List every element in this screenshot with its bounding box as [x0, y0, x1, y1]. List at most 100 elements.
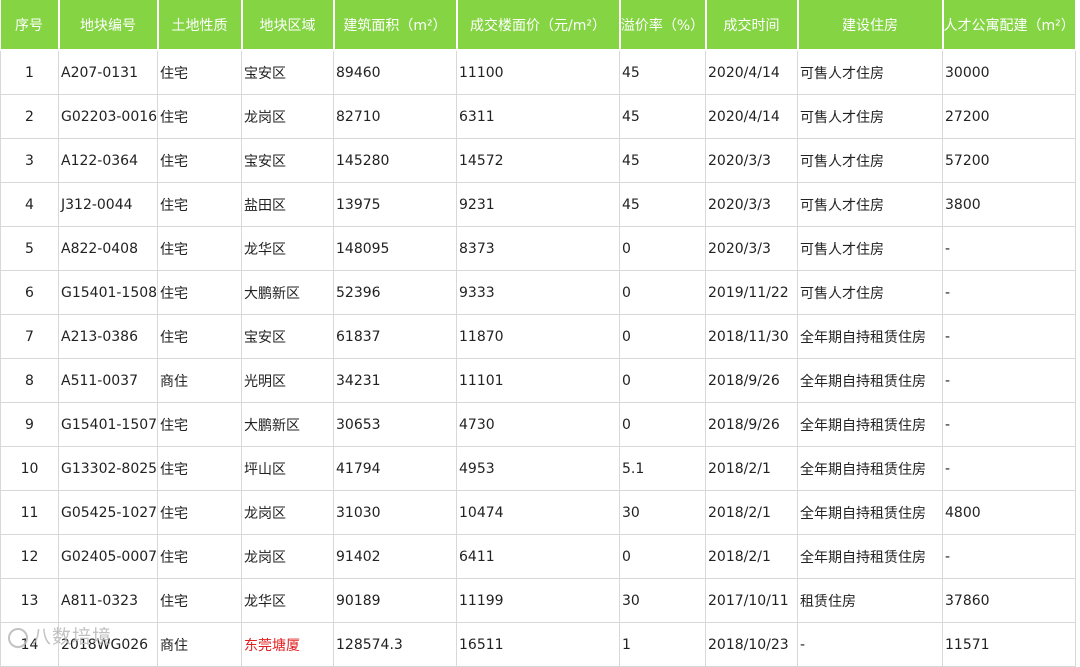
table-cell: 11101 — [456, 358, 620, 403]
table-container: 序号 地块编号 土地性质 地块区域 建筑面积（m²） 成交楼面价（元/m²） 溢价率（%）成… — [0, 0, 1080, 667]
table-cell: 6311 — [456, 94, 620, 139]
column-header: 建设住房 — [797, 0, 944, 51]
table-cell: 全年期自持租赁住房 — [797, 490, 943, 535]
row-index-cell: 7 — [0, 314, 59, 359]
table-cell: 住宅 — [157, 314, 242, 359]
table-cell: 龙岗区 — [241, 534, 334, 579]
table-cell: 全年期自持租赁住房 — [797, 402, 943, 447]
table-cell: 住宅 — [157, 402, 242, 447]
table-cell: 4730 — [456, 402, 620, 447]
table-cell: - — [942, 226, 1076, 271]
table-cell: - — [942, 402, 1076, 447]
table-cell: - — [942, 314, 1076, 359]
table-cell: 商住 — [157, 358, 242, 403]
column-header: 建筑面积（m²） — [333, 0, 458, 51]
table-row: 4 J312-0044 住宅 盐田区 13975 9231 45 2020/3/3 可售人才住房… — [0, 182, 1076, 227]
table-cell: A822-0408 — [58, 226, 158, 271]
row-index-cell: 13 — [0, 578, 59, 623]
table-cell: 住宅 — [157, 94, 242, 139]
table-cell: A213-0386 — [58, 314, 158, 359]
table-cell: 住宅 — [157, 49, 242, 95]
table-cell: 宝安区 — [241, 138, 334, 183]
table-cell: 10474 — [456, 490, 620, 535]
table-cell: J312-0044 — [58, 182, 158, 227]
table-cell: 6411 — [456, 534, 620, 579]
table-cell: 45 — [619, 94, 706, 139]
table-cell: 57200 — [942, 138, 1076, 183]
table-cell: 可售人才住房 — [797, 94, 943, 139]
table-cell: 2020/4/14 — [705, 94, 798, 139]
table-cell: A511-0037 — [58, 358, 158, 403]
table-cell: 128574.3 — [333, 622, 457, 667]
table-cell: 住宅 — [157, 182, 242, 227]
table-cell: 2018/11/30 — [705, 314, 798, 359]
table-cell: 0 — [619, 270, 706, 315]
row-index-cell: 9 — [0, 402, 59, 447]
column-header: 成交楼面价（元/m²） — [456, 0, 621, 51]
watermark-ring-icon — [8, 627, 28, 648]
column-header: 地块区域 — [241, 0, 335, 51]
table-cell: 30653 — [333, 402, 457, 447]
table-cell: 0 — [619, 534, 706, 579]
table-cell: 31030 — [333, 490, 457, 535]
table-cell: 9333 — [456, 270, 620, 315]
table-cell: 光明区 — [241, 358, 334, 403]
table-cell: 住宅 — [157, 490, 242, 535]
column-header: 人才公寓配建（m²） — [942, 0, 1077, 51]
row-index-cell: 11 — [0, 490, 59, 535]
table-cell: 4953 — [456, 446, 620, 491]
table-cell: 龙岗区 — [241, 94, 334, 139]
table-cell: A122-0364 — [58, 138, 158, 183]
row-index-cell: 12 — [0, 534, 59, 579]
watermark-text: 八数培境 — [32, 626, 113, 648]
table-cell: 11199 — [456, 578, 620, 623]
table-cell: 2018/9/26 — [705, 358, 798, 403]
table-cell: 11571 — [942, 622, 1076, 667]
table-cell: 龙岗区 — [241, 490, 334, 535]
table-cell: 龙华区 — [241, 226, 334, 271]
table-cell: 2018/10/23 — [705, 622, 798, 667]
table-header-row: 序号 地块编号 土地性质 地块区域 建筑面积（m²） 成交楼面价（元/m²） 溢价率（%）成… — [0, 0, 1077, 51]
table-row: 11 G05425-1027 住宅 龙岗区 31030 10474 30 2018/2/1 全年… — [0, 490, 1076, 535]
table-cell: 0 — [619, 358, 706, 403]
table-cell: 8373 — [456, 226, 620, 271]
row-index-cell: 3 — [0, 138, 59, 183]
table-cell: 0 — [619, 226, 706, 271]
table-cell: 可售人才住房 — [797, 49, 943, 95]
table-cell: 37860 — [942, 578, 1076, 623]
table-cell: 大鹏新区 — [241, 270, 334, 315]
table-cell: G05425-1027 — [58, 490, 158, 535]
table-cell: 可售人才住房 — [797, 226, 943, 271]
table-cell: 89460 — [333, 49, 457, 95]
table-cell: 82710 — [333, 94, 457, 139]
column-header: 溢价率（%） — [619, 0, 707, 51]
table-cell: 大鹏新区 — [241, 402, 334, 447]
table-cell: A207-0131 — [58, 49, 158, 95]
table-cell: 9231 — [456, 182, 620, 227]
column-header: 序号 — [0, 0, 60, 51]
table-cell: 全年期自持租赁住房 — [797, 446, 943, 491]
table-cell: 148095 — [333, 226, 457, 271]
table-cell: 45 — [619, 182, 706, 227]
table-cell: 2018/2/1 — [705, 446, 798, 491]
table-cell: 住宅 — [157, 534, 242, 579]
table-cell: 61837 — [333, 314, 457, 359]
table-cell: 全年期自持租赁住房 — [797, 534, 943, 579]
table-cell: - — [797, 622, 943, 667]
table-cell: 2020/4/14 — [705, 49, 798, 95]
table-cell: 宝安区 — [241, 49, 334, 95]
table-cell: 租赁住房 — [797, 578, 943, 623]
table-cell: 30 — [619, 490, 706, 535]
table-cell: 5.1 — [619, 446, 706, 491]
table-cell: G13302-8025 — [58, 446, 158, 491]
table-row: 8 A511-0037 商住 光明区 34231 11101 0 2018/9/26 全年期自持… — [0, 358, 1076, 403]
table-cell: 全年期自持租赁住房 — [797, 358, 943, 403]
row-index-cell: 1 — [0, 49, 59, 95]
table-cell: 坪山区 — [241, 446, 334, 491]
table-cell: 全年期自持租赁住房 — [797, 314, 943, 359]
table-row: 2 G02203-0016 住宅 龙岗区 82710 6311 45 2020/4/14 可售人… — [0, 94, 1076, 139]
table-cell: G15401-1508 — [58, 270, 158, 315]
table-cell: 91402 — [333, 534, 457, 579]
table-row: 10 G13302-8025 住宅 坪山区 41794 4953 5.1 2018/2/1 全年… — [0, 446, 1076, 491]
table-cell: 145280 — [333, 138, 457, 183]
